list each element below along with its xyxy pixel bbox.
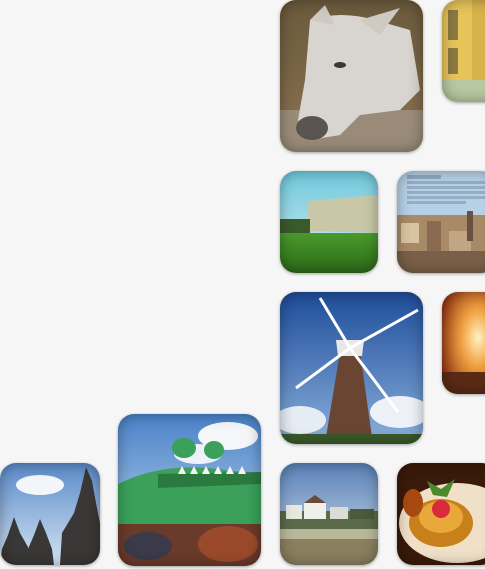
- temple-stupas-photo[interactable]: [0, 463, 100, 565]
- sunset-photo[interactable]: [442, 292, 485, 394]
- crocodile-inflatable-photo[interactable]: [118, 414, 261, 566]
- dessert-photo[interactable]: [397, 463, 485, 565]
- donkey-photo[interactable]: [280, 0, 423, 152]
- windmill-photo[interactable]: [280, 292, 423, 444]
- seaside-houses-photo[interactable]: [280, 463, 378, 565]
- train-photo[interactable]: [442, 0, 485, 102]
- photo-caption: [407, 175, 485, 204]
- city-skyline-photo[interactable]: [397, 171, 485, 273]
- building-lawn-photo[interactable]: [280, 171, 378, 273]
